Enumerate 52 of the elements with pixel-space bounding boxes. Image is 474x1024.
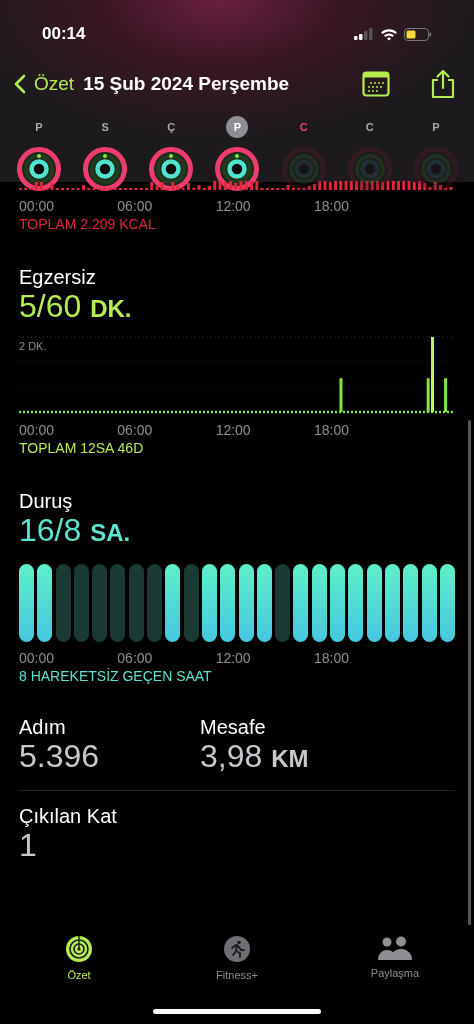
activity-rings-icon[interactable] (82, 146, 129, 192)
stat-value: 5.396 (19, 739, 101, 773)
day-letter[interactable]: P (424, 116, 447, 138)
battery-icon (404, 27, 432, 41)
axis-label: 12:00 (215, 198, 251, 214)
axis-label: 06:00 (117, 422, 153, 438)
axis-label: 18:00 (313, 650, 349, 666)
wifi-icon (380, 27, 398, 41)
back-button[interactable]: Özet (14, 73, 75, 95)
axis-label: 00:00 (19, 650, 55, 666)
people-icon (377, 935, 413, 961)
share-icon[interactable] (430, 69, 456, 99)
stat-label: Mesafe (200, 716, 267, 739)
day-letter[interactable]: C (292, 116, 315, 138)
axis-label: 18:00 (313, 422, 349, 438)
exercise-bar (339, 378, 343, 412)
day-letter[interactable]: S (94, 116, 117, 138)
tab[interactable]: Paylaşma (335, 935, 455, 987)
axis-label: 12:00 (215, 650, 251, 666)
activity-rings-icon[interactable] (148, 146, 195, 192)
axis-label: 00:00 (19, 198, 55, 214)
stat-value: 3,98 KM (200, 739, 309, 776)
signal-icon (354, 28, 374, 40)
stand-total: 8 HAREKETSİZ GEÇEN SAAT (19, 668, 213, 684)
day-letter[interactable]: P (28, 116, 50, 138)
runner-icon (223, 935, 251, 963)
stand-title: Duruş (19, 490, 74, 513)
axis-label: 18:00 (313, 198, 349, 214)
exercise-total: TOPLAM 12SA 46D (19, 440, 145, 456)
axis-label: 06:00 (117, 650, 153, 666)
day-letter[interactable]: Ç (160, 116, 183, 138)
exercise-bar (444, 378, 448, 412)
back-chevron-icon (14, 74, 26, 94)
axis-label: 06:00 (117, 198, 153, 214)
exercise-value: 5/60 DK. (19, 289, 133, 326)
tab[interactable]: Özet (19, 935, 139, 987)
exercise-title: Egzersiz (19, 266, 97, 289)
stat-value: 1 (19, 828, 38, 862)
activity-rings-icon (65, 935, 93, 963)
stat-label: Çıkılan Kat (19, 805, 118, 828)
axis-label: 00:00 (19, 422, 55, 438)
tab[interactable]: Fitness+ (177, 935, 297, 987)
date-title: 15 Şub 2024 Perşembe (83, 73, 290, 95)
stand-value: 16/8 SA. (19, 513, 132, 550)
day-letter[interactable]: C (358, 116, 381, 138)
status-time: 00:14 (42, 24, 86, 44)
stat-label: Adım (19, 716, 67, 739)
activity-rings-icon[interactable] (16, 146, 62, 192)
axis-label: 2 DK. (19, 340, 47, 352)
axis-label: 12:00 (215, 422, 251, 438)
calendar-icon[interactable] (362, 71, 390, 97)
move-total: TOPLAM 2.209 KCAL (19, 216, 157, 232)
